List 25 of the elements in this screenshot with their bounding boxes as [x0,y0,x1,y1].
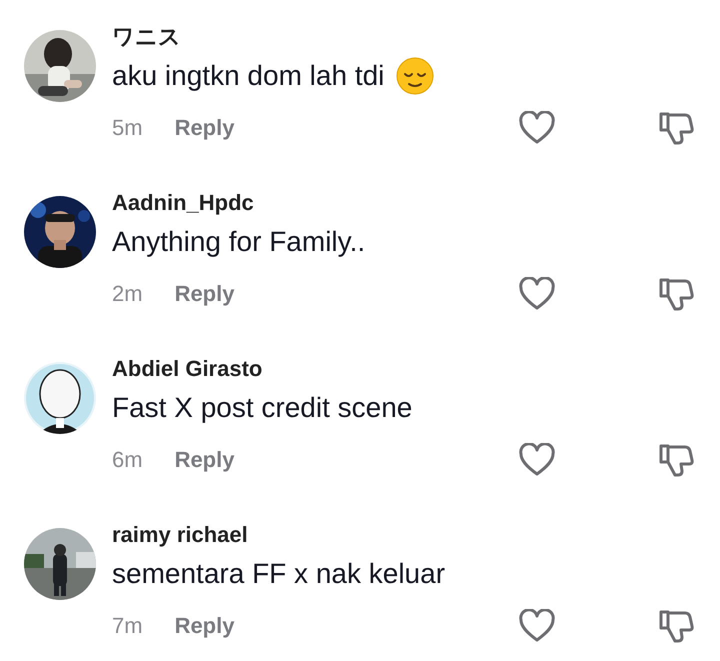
comment-text: Anything for Family.. [112,225,366,259]
relieved-face-emoji-icon [396,57,434,95]
reply-button[interactable]: Reply [174,445,234,475]
like-icon[interactable] [518,609,556,643]
comment-text: Fast X post credit scene [112,391,412,425]
username[interactable]: Aadnin_Hpdc [112,188,694,218]
comment-time: 2m [112,280,143,308]
comment-time: 5m [112,114,143,142]
like-icon[interactable] [518,111,556,145]
comment-time: 7m [112,612,143,640]
like-icon[interactable] [518,443,556,477]
reply-button[interactable]: Reply [174,113,234,143]
username[interactable]: Abdiel Girasto [112,354,694,384]
like-icon[interactable] [518,277,556,311]
dislike-icon[interactable] [658,110,694,146]
comment-time: 6m [112,446,143,474]
reply-button[interactable]: Reply [174,279,234,309]
username[interactable]: raimy richael [112,520,694,550]
dislike-icon[interactable] [658,276,694,312]
reply-button[interactable]: Reply [174,611,234,641]
comment-text: aku ingtkn dom lah tdi [112,59,384,93]
comment-text: sementara FF x nak keluar [112,557,446,591]
username[interactable]: ワニス [112,22,694,52]
dislike-icon[interactable] [658,608,694,644]
dislike-icon[interactable] [658,442,694,478]
